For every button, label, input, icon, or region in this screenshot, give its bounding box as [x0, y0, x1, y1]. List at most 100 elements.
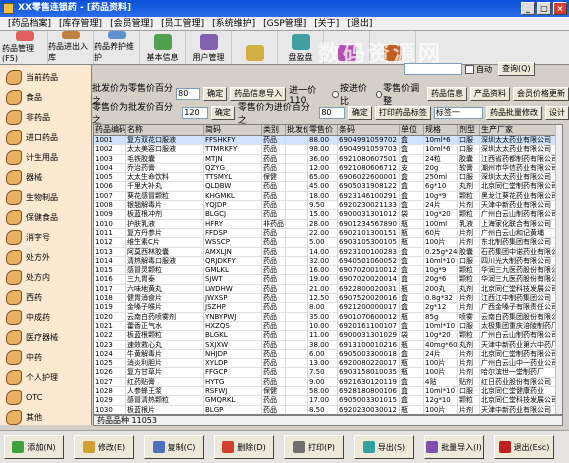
sidebar-item-otc[interactable]: OTC [6, 387, 42, 407]
copy-button[interactable]: 复制(C) [144, 435, 204, 459]
table-row[interactable]: 1024 牛黄解毒片 NHJDP 药品 6.00 6905003300018 盒 24片 片剂北… [94, 349, 562, 360]
table-row[interactable]: 1029 感冒清热颗粒 GMQRKL 药品 17.00 6905003301015 盒 12g… [94, 396, 562, 406]
table-row[interactable]: 1009 板蓝根冲剂 BLGCJ 药品 15.00 6900031301012 袋 10g*2… [94, 210, 562, 220]
sidebar-item-device[interactable]: 器械 [6, 167, 42, 187]
table-row[interactable]: 1012 维生素C片 WSSCP 药品 5.00 6903105300105 瓶 100片 片剂… [94, 238, 562, 248]
menu-item-staff[interactable]: [员工管理] [157, 17, 208, 30]
toolbar-user-manage[interactable]: 用户管理 [186, 31, 232, 64]
wholesale-pct-input[interactable]: 80 [176, 88, 201, 100]
wholesale-confirm-button[interactable]: 确定 [203, 87, 228, 101]
table-row[interactable]: 1017 六味地黄丸 LWDHW 药品 21.00 6922800020031 瓶 200丸丸… [94, 284, 562, 295]
sidebar-item-other[interactable]: 其他 [6, 407, 42, 427]
export-button[interactable]: 导出(S) [354, 435, 414, 459]
table-row[interactable]: 1026 复方甘草片 FFGCP 药品 7.50 6903158010035 瓶 100片 片剂… [94, 368, 562, 378]
menu-item-stock[interactable]: [库存管理] [55, 17, 106, 30]
print-button[interactable]: 打印(P) [284, 435, 344, 459]
col-name[interactable]: 名称 [126, 125, 204, 135]
table-row[interactable]: 1018 健胃消食片 JWXSP 药品 12.50 6907520020016 盒 0.8g*… [94, 294, 562, 304]
sidebar-item-personal[interactable]: 个人护理 [6, 367, 58, 387]
sidebar-item-family[interactable]: 计生用品 [6, 147, 58, 167]
sidebar-item-disinfect[interactable]: 消字号 [6, 227, 50, 247]
col-shortcode[interactable]: 简码 [204, 125, 262, 135]
table-row[interactable]: 1006 千里大补丸 QLDBW 药品 45.00 6905031908122 盒 6g*10… [94, 182, 562, 192]
col-spec[interactable]: 规格 [424, 125, 458, 135]
sidebar-item-chinese[interactable]: 中药 [6, 347, 42, 367]
sidebar-item-food[interactable]: 食品 [6, 87, 42, 107]
menu-item-exit[interactable]: [退出] [343, 17, 376, 30]
toolbar-empty1[interactable] [232, 31, 278, 64]
menu-item-about[interactable]: [关于] [310, 17, 343, 30]
menu-item-members[interactable]: [会员管理] [106, 17, 157, 30]
table-row[interactable]: 1014 清热解毒口服液 QRJDKFY 药品 32.00 6940501060052 盒 1… [94, 256, 562, 267]
batch-edit-button[interactable]: 药品批量修改 [486, 106, 542, 120]
col-wholesale[interactable]: 批发价 [286, 125, 308, 135]
edit-button[interactable]: 修改(E) [74, 435, 134, 459]
menu-item-system[interactable]: [系统维护] [208, 17, 259, 30]
sidebar-item-western[interactable]: 西药 [6, 287, 42, 307]
table-row[interactable]: 1020 云南白药喷雾剂 YNBYPWJ 药品 35.00 6901070600012 瓶 8… [94, 312, 562, 322]
sidebar-item-current[interactable]: 当前药品 [6, 67, 58, 87]
table-row[interactable]: 1016 三九胃泰 SJWT 药品 19.00 6907020020014 盒 20g*6 颗粒… [94, 275, 562, 285]
table-row[interactable]: 1007 葵花感冒颗粒 KHGMKL 药品 18.00 6923146100291 盒 10g… [94, 191, 562, 202]
toolbar-maintain[interactable]: 药品养护维护 [94, 31, 140, 64]
toolbar-stock-io[interactable]: 药品进出入库 [48, 31, 94, 64]
col-code[interactable]: 药品编码 [94, 125, 126, 135]
sidebar-item-bio[interactable]: 生物制品 [6, 187, 58, 207]
member-price-button[interactable]: 会员价格更新 [513, 87, 569, 101]
col-form[interactable]: 剂型 [458, 125, 480, 135]
sidebar-item-otc-out[interactable]: 处方外 [6, 247, 50, 267]
table-row[interactable]: 1004 乔治药膏 QZYG 药品 12.00 6921080606712 支 20g 软膏 潮州… [94, 163, 562, 174]
menu-item-gsp[interactable]: [GSP管理] [259, 17, 310, 30]
delete-button[interactable]: 删除(D) [214, 435, 274, 459]
col-unit[interactable]: 单位 [400, 125, 424, 135]
query-button[interactable]: 查询(Q) [498, 62, 535, 76]
toolbar-basic-info[interactable]: 基本信息 [140, 31, 186, 64]
col-barcode[interactable]: 条码 [338, 125, 400, 135]
table-row[interactable]: 1001 复方双花口服液 FFSHKFY 药品 88.00 6904991059702 盒 1… [94, 136, 562, 146]
design-button[interactable]: 设计 [545, 106, 569, 120]
maximize-button[interactable]: □ [537, 2, 551, 15]
col-manufacturer[interactable]: 生产厂家 [480, 125, 557, 135]
retail-confirm-button[interactable]: 确定 [210, 106, 235, 120]
sidebar-item-nondrug[interactable]: 非药品 [6, 107, 50, 127]
table-row[interactable]: 1005 太太生命饮料 TTSMYL 保健 65.00 6906022600001 盒 250… [94, 173, 562, 183]
table-row[interactable]: 1023 速效救心丸 SXJXW 药品 38.00 6913100010216 瓶 40mg*… [94, 340, 562, 350]
col-retail[interactable]: 零售价 [308, 125, 338, 135]
table-row[interactable]: 1010 护肤乳液 HFRY 非药品 28.00 6901234567890 瓶 100ml 乳… [94, 219, 562, 229]
table-row[interactable]: 1002 太太美容口服液 TTMRKFY 药品 98.00 6904991059703 盒 1… [94, 145, 562, 155]
search-input[interactable] [404, 63, 462, 75]
table-row[interactable]: 1008 银翘解毒片 YQJDP 药品 9.50 6920230021133 盒 24片 片剂天… [94, 201, 562, 211]
minimize-button[interactable]: _ [521, 2, 535, 15]
radio-retail-adjust[interactable] [375, 90, 383, 98]
add-button[interactable]: 添加(N) [4, 435, 64, 459]
retail-pct-input[interactable]: 120 [182, 107, 208, 119]
auto-checkbox[interactable] [465, 64, 474, 74]
table-row[interactable]: 1025 消炎利胆片 XYLDP 药品 13.00 6920080220017 瓶 100片片… [94, 359, 562, 369]
print-label-button[interactable]: 打印药品标签 [374, 106, 431, 120]
table-row[interactable]: 1028 人参蜂王浆 RSFWJ 保健 58.00 6928180800106 盒 10ml*… [94, 387, 562, 397]
radio-by-cost[interactable] [332, 90, 339, 98]
table-row[interactable]: 1019 金嗓子喉片 JSZHP 药品 8.00 6921200000017 盒 2g*12 片… [94, 303, 562, 313]
table-row[interactable]: 1021 藿香正气水 HXZQS 药品 10.00 6920161100107 盒 10ml*… [94, 321, 562, 332]
retail-cost-input[interactable]: 80 [319, 107, 345, 119]
table-row[interactable]: 1013 阿莫西林胶囊 AMXLJN 药品 14.00 6923100100283 盒 0.2… [94, 247, 562, 257]
sidebar-item-import[interactable]: 进口药品 [6, 127, 58, 147]
label-select[interactable]: 标签一 [433, 107, 483, 119]
menu-item-drug-files[interactable]: [药品档案] [4, 17, 55, 30]
table-row[interactable]: 1011 复方丹参片 FFDSP 药品 22.00 6902101300151 瓶 60片 片剂… [94, 228, 562, 239]
sidebar-item-medical-device[interactable]: 医疗器械 [6, 327, 58, 347]
table-row[interactable]: 1022 板蓝根颗粒 BLGKL 药品 11.00 6900031301029 袋 10g*2… [94, 331, 562, 341]
product-data-button[interactable]: 产品资料 [470, 87, 510, 101]
batch-import-button[interactable]: 批量导入(I) [424, 435, 484, 459]
toolbar-drug-manage[interactable]: 药品管理(F5) [2, 31, 48, 64]
table-row[interactable]: 1003 毛铁胶囊 MTJN 药品 36.00 6921080607501 盒 24粒 胶囊 江西… [94, 154, 562, 164]
sidebar-item-rx-in[interactable]: 处方内 [6, 267, 50, 287]
drug-import-button[interactable]: 药品信息导入 [230, 87, 287, 101]
table-row[interactable]: 1027 红药贴膏 HYTG 药品 9.00 6921630120119 盒 4贴 贴剂 红日药业… [94, 377, 562, 388]
table-row[interactable]: 1015 感冒灵颗粒 GMLKL 药品 16.00 6907020010012 盒 10g*9… [94, 266, 562, 276]
close-button[interactable]: × [553, 2, 567, 15]
drug-info-button[interactable]: 药品信息 [427, 87, 467, 101]
table-row[interactable]: 1030 板蓝根片 BLGP 药品 8.50 6920230030012 瓶 100片 片剂 天津… [94, 405, 562, 414]
exit-button[interactable]: 退出(Esc) [494, 435, 554, 459]
sidebar-item-health[interactable]: 保健食品 [6, 207, 58, 227]
